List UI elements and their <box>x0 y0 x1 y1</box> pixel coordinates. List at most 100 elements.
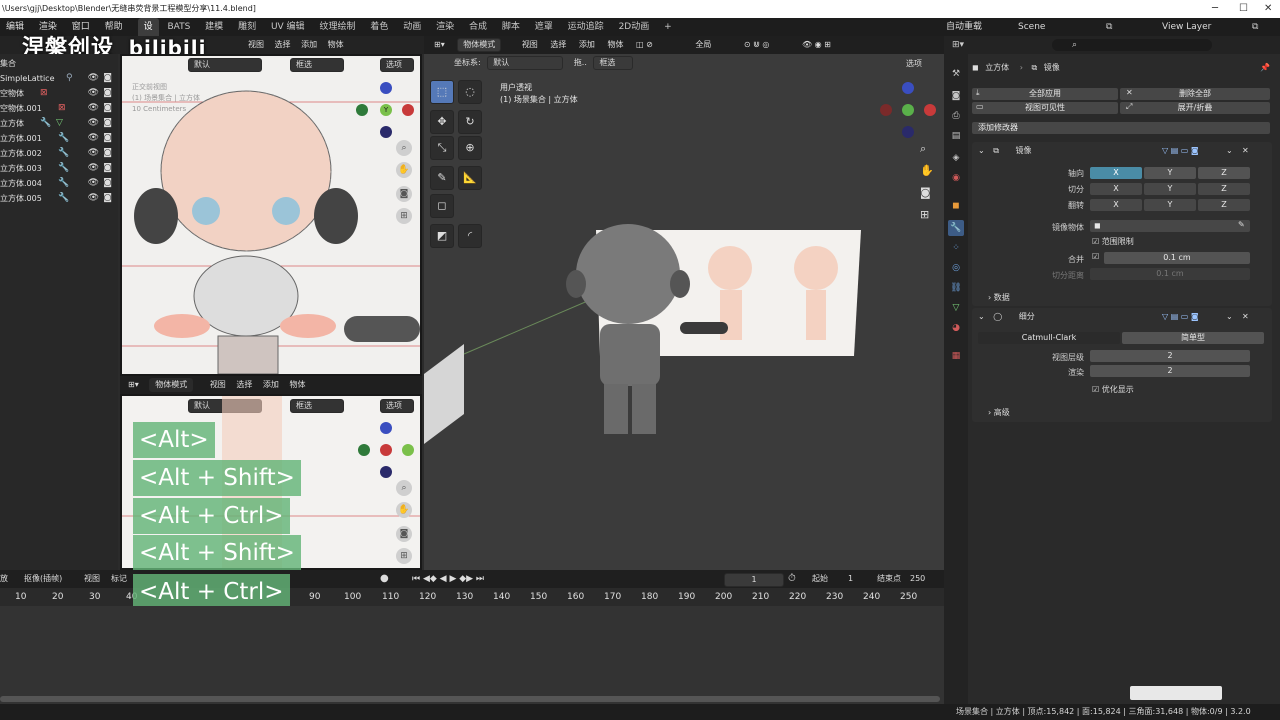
mirror-axis-x-toggle[interactable]: X <box>1090 167 1142 179</box>
flip-y-toggle[interactable]: Y <box>1144 199 1196 211</box>
texture-tab-icon[interactable]: ▦ <box>948 348 964 364</box>
main-3d-viewport[interactable]: 坐标系: 默认 拖.. 框选 选项 用户透视 (1) 场景集合 | 立方体 ⬚ … <box>424 54 944 570</box>
workspace-tab-rendering[interactable]: 渲染 <box>430 18 460 36</box>
nav-gizmo-neg-z-icon[interactable] <box>902 126 914 138</box>
pan-hand-icon[interactable]: ✋ <box>920 164 934 177</box>
left-view-menu[interactable]: 视图 <box>248 40 264 49</box>
timeline-scrollbar[interactable] <box>0 696 940 702</box>
bisect-x-toggle[interactable]: X <box>1090 183 1142 195</box>
dropdown-chevron-icon[interactable]: ⌄ <box>1226 310 1233 324</box>
workspace-tab-motion-tracking[interactable]: 运动追踪 <box>562 18 610 36</box>
eye-icon[interactable]: 👁 <box>88 86 99 101</box>
workspace-tab-texture-paint[interactable]: 纹理绘制 <box>313 18 361 36</box>
left-select-menu[interactable]: 选择 <box>275 40 291 49</box>
eyedropper-icon[interactable]: ✎ <box>1238 220 1245 229</box>
view-layer-selector[interactable]: View Layer <box>1156 18 1217 36</box>
bisect-z-toggle[interactable]: Z <box>1198 183 1250 195</box>
end-frame-field[interactable]: 250 <box>910 570 925 588</box>
camera-view-icon[interactable]: ◙ <box>396 526 412 542</box>
modifier-toggle-icons[interactable]: ▽ ▤ ▭ ◙ <box>1162 310 1199 324</box>
view-layer-copy-icon[interactable]: ⧉ <box>1246 18 1264 36</box>
gizmo-neg-x-icon[interactable] <box>356 104 368 116</box>
main-select-menu[interactable]: 选择 <box>550 36 566 54</box>
collapse-chevron-icon[interactable]: ⌄ <box>978 146 985 155</box>
workspace-tab-compositing[interactable]: 合成 <box>463 18 493 36</box>
editor-type-icon[interactable]: ⊞▾ <box>434 36 445 54</box>
dropdown-chevron-icon[interactable]: ⌄ <box>1226 144 1233 158</box>
outliner-row[interactable]: 立方体 🔧 ▽ 👁 ◙ <box>0 116 118 131</box>
eye-icon[interactable]: 👁 <box>88 176 99 191</box>
flip-z-toggle[interactable]: Z <box>1198 199 1250 211</box>
visibility-icon[interactable]: 👁 ◉ ⊞ <box>802 36 831 54</box>
transform-orientation[interactable]: 全局 <box>695 36 711 54</box>
outliner-row[interactable]: 空物体 ⊠ 👁 ◙ <box>0 86 118 101</box>
add-menu[interactable]: 添加 <box>263 376 279 394</box>
marker-menu[interactable]: 标记 <box>111 570 127 588</box>
particles-tab-icon[interactable]: ⁘ <box>948 240 964 256</box>
left-object-menu[interactable]: 物体 <box>328 40 344 49</box>
apply-all-button[interactable]: 全部应用 <box>972 88 1118 100</box>
main-object-menu[interactable]: 物体 <box>607 36 623 54</box>
workspace-tab-scripting[interactable]: 脚本 <box>496 18 526 36</box>
mode-selector[interactable]: 物体模式 <box>149 378 194 392</box>
view-menu[interactable]: 视图 <box>84 570 100 588</box>
camera-icon[interactable]: ◙ <box>103 71 112 86</box>
render-levels-field[interactable]: 2 <box>1090 365 1250 377</box>
view-menu[interactable]: 视图 <box>210 376 226 394</box>
gizmo-y-icon[interactable]: Y <box>380 104 392 116</box>
constraints-tab-icon[interactable]: ⛓ <box>948 280 964 296</box>
start-frame-field[interactable]: 1 <box>848 570 853 588</box>
transform-pivot-icon[interactable]: ◫ ⊘ <box>636 36 653 54</box>
outliner-row[interactable]: 空物体.001 ⊠ 👁 ◙ <box>0 101 118 116</box>
simple-toggle[interactable]: 简单型 <box>1122 332 1264 344</box>
output-tab-icon[interactable]: ⎙ <box>948 108 964 124</box>
nav-gizmo-x-icon[interactable] <box>924 104 936 116</box>
workspace-tab-2d-animation[interactable]: 2D动画 <box>613 18 656 36</box>
material-tab-icon[interactable]: ◕ <box>948 320 964 336</box>
add-modifier-button[interactable]: 添加修改器 <box>972 122 1270 134</box>
nav-gizmo-neg-x-icon[interactable] <box>880 104 892 116</box>
merge-checkbox[interactable]: ☑ <box>1092 252 1099 261</box>
eye-icon[interactable]: 👁 <box>88 191 99 206</box>
gizmo-y-icon[interactable] <box>402 444 414 456</box>
close-button[interactable]: ✕ <box>1264 0 1272 18</box>
nav-gizmo-y-icon[interactable] <box>902 104 914 116</box>
eye-icon[interactable]: 👁 <box>88 116 99 131</box>
render-tab-icon[interactable]: ◙ <box>948 88 964 104</box>
subsurf-panel-header[interactable]: ⌄ ◯ 细分 ▽ ▤ ▭ ◙ ⌄ ✕ <box>978 310 1268 324</box>
clipping-checkbox[interactable]: ☑ 范围限制 <box>1092 236 1134 248</box>
maximize-button[interactable]: ☐ <box>1239 0 1248 18</box>
scene-selector[interactable]: Scene <box>1012 18 1051 36</box>
eye-icon[interactable]: 👁 <box>88 71 99 86</box>
ime-toolbar[interactable] <box>1130 686 1222 700</box>
main-add-menu[interactable]: 添加 <box>579 36 595 54</box>
pan-hand-icon[interactable]: ✋ <box>396 162 412 178</box>
camera-view-icon[interactable]: ◙ <box>920 186 931 199</box>
scene-tab-icon[interactable]: ◈ <box>948 150 964 166</box>
mirror-panel-header[interactable]: ⌄ ⧉ 镜像 ▽ ▤ ▭ ◙ ⌄ ✕ <box>978 144 1268 158</box>
viewport-visibility-button[interactable]: 视图可见性 <box>972 102 1118 114</box>
outliner-row[interactable]: 立方体.002 🔧 👁 ◙ <box>0 146 118 161</box>
physics-tab-icon[interactable]: ◎ <box>948 260 964 276</box>
ortho-grid-icon[interactable]: ⊞ <box>920 208 929 221</box>
gizmo-x-icon[interactable] <box>402 104 414 116</box>
minimize-button[interactable]: ─ <box>1212 0 1218 18</box>
object-tab-icon[interactable]: ◼ <box>948 198 964 214</box>
playback-controls[interactable]: ⏮ ◀◆ ◀ ▶ ◆▶ ⏭ <box>412 570 484 588</box>
world-tab-icon[interactable]: ◉ <box>948 170 964 186</box>
mirror-axis-z-toggle[interactable]: Z <box>1198 167 1250 179</box>
timeline-body[interactable] <box>0 606 944 704</box>
viewport-levels-field[interactable]: 2 <box>1090 350 1250 362</box>
data-subpanel[interactable]: › 数据 <box>988 292 1010 303</box>
tool-tab-icon[interactable]: ⚒ <box>948 66 964 82</box>
pan-hand-icon[interactable]: ✋ <box>396 502 412 518</box>
outliner-row[interactable]: 立方体.004 🔧 👁 ◙ <box>0 176 118 191</box>
ortho-grid-icon[interactable]: ⊞ <box>396 208 412 224</box>
view-layer-tab-icon[interactable]: ▤ <box>948 128 964 144</box>
advanced-subpanel[interactable]: › 高级 <box>988 407 1010 418</box>
data-tab-icon[interactable]: ▽ <box>948 300 964 316</box>
scene-copy-icon[interactable]: ⧉ <box>1100 18 1118 36</box>
workspace-tab-shading[interactable]: 着色 <box>364 18 394 36</box>
current-frame-field[interactable]: 1 <box>724 573 784 587</box>
workspace-tab-sculpt[interactable]: 雕刻 <box>232 18 262 36</box>
